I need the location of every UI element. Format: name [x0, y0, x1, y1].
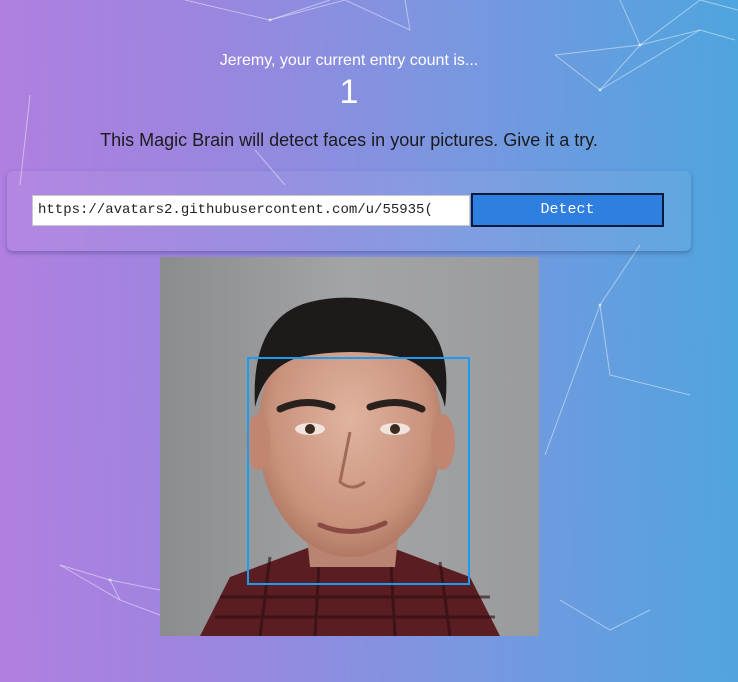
detect-button[interactable]: Detect [471, 193, 664, 227]
face-photo [160, 257, 539, 636]
entry-count: 1 [339, 73, 359, 111]
rank-section: Jeremy, your current entry count is... 1 [0, 50, 698, 112]
image-link-form: https://avatars2.githubusercontent.com/u… [7, 171, 691, 251]
instructions-text: This Magic Brain will detect faces in yo… [100, 130, 598, 150]
face-bounding-box [247, 357, 470, 585]
rank-message: Jeremy, your current entry count is... [219, 52, 479, 69]
image-url-input[interactable]: https://avatars2.githubusercontent.com/u… [32, 195, 470, 226]
